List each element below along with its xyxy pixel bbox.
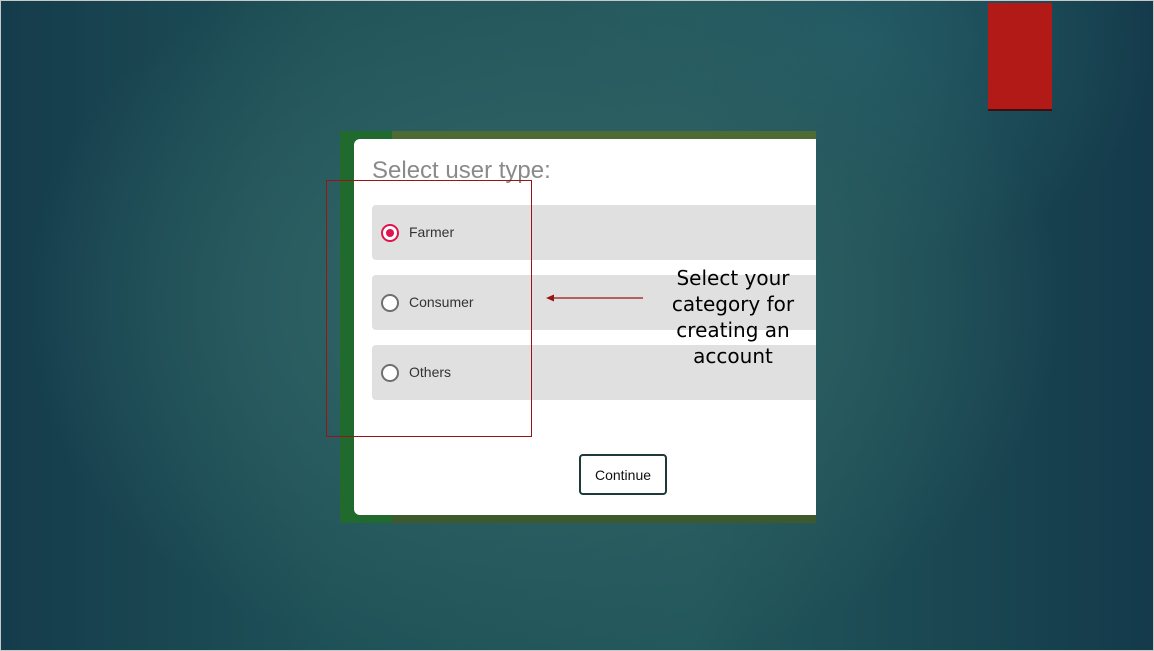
- slide-background: Select user type: Farmer Consumer Others…: [0, 0, 1154, 651]
- red-corner-tab: [988, 3, 1052, 111]
- continue-button[interactable]: Continue: [579, 454, 667, 495]
- annotation-arrow-icon: [546, 294, 643, 302]
- annotation-highlight-box: [326, 180, 532, 437]
- annotation-callout-text: Select your category for creating an acc…: [671, 266, 795, 368]
